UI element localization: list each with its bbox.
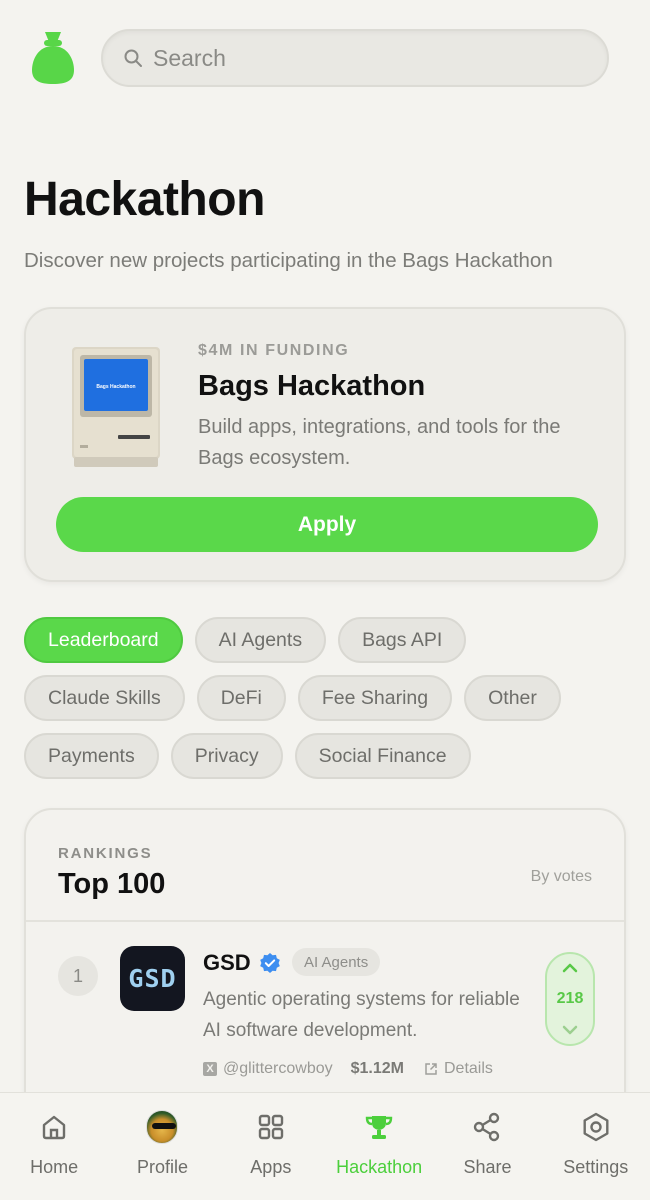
- chip-leaderboard[interactable]: Leaderboard: [24, 617, 183, 663]
- chip-social-finance[interactable]: Social Finance: [294, 733, 471, 779]
- page-title: Hackathon: [24, 173, 265, 226]
- chip-defi[interactable]: DeFi: [196, 675, 286, 721]
- project-logo[interactable]: GSD: [120, 946, 185, 1011]
- tab-label-share: Share: [463, 1157, 512, 1177]
- search-icon: [124, 49, 142, 67]
- apply-button[interactable]: Apply: [56, 497, 598, 552]
- hackathon-title: Bags Hackathon: [198, 370, 426, 402]
- tab-settings[interactable]: Settings: [542, 1093, 650, 1200]
- details-link[interactable]: Details: [444, 1060, 493, 1078]
- tab-label-home: Home: [30, 1157, 79, 1177]
- project-category-badge: AI Agents: [292, 948, 381, 976]
- chip-other[interactable]: Other: [464, 675, 561, 721]
- trophy-icon: [365, 1116, 393, 1139]
- market-cap: $1.12M: [350, 1060, 404, 1077]
- chip-privacy[interactable]: Privacy: [170, 733, 283, 779]
- search-bar[interactable]: [101, 29, 609, 87]
- chip-bags-api[interactable]: Bags API: [338, 617, 467, 663]
- project-name[interactable]: GSD: [203, 950, 251, 976]
- hackathon-description: Build apps, integrations, and tools for …: [198, 416, 561, 469]
- tab-apps[interactable]: Apps: [217, 1093, 325, 1200]
- funding-label: $4M IN FUNDING: [198, 342, 350, 359]
- project-description: Agentic operating systems for reliable A…: [203, 989, 520, 1041]
- divider: [26, 920, 624, 922]
- tab-label-apps: Apps: [250, 1157, 292, 1177]
- chip-payments[interactable]: Payments: [24, 733, 159, 779]
- rankings-label: RANKINGS: [58, 845, 153, 862]
- creator-handle[interactable]: @glittercowboy: [223, 1060, 333, 1078]
- vote-count: 218: [556, 990, 584, 1007]
- external-link-icon: [425, 1063, 437, 1075]
- project-meta: X @glittercowboy $1.12M Details: [203, 1060, 493, 1078]
- tab-label-profile: Profile: [136, 1157, 188, 1177]
- vote-widget: 218: [545, 952, 595, 1046]
- avatar: [146, 1110, 179, 1144]
- category-filters: Leaderboard AI Agents Bags API Claude Sk…: [24, 617, 614, 791]
- rankings-title: Top 100: [58, 868, 166, 900]
- chip-claude-skills[interactable]: Claude Skills: [24, 675, 185, 721]
- hackathon-hero-card: Bags Hackathon $4M IN FUNDING Bags Hacka…: [24, 307, 626, 582]
- chip-fee-sharing[interactable]: Fee Sharing: [297, 675, 453, 721]
- tab-share[interactable]: Share: [433, 1093, 541, 1200]
- page-subtitle: Discover new projects participating in t…: [24, 249, 553, 272]
- settings-icon: [583, 1112, 609, 1142]
- search-input[interactable]: [153, 44, 573, 72]
- tab-home[interactable]: Home: [0, 1093, 108, 1200]
- bag-logo-icon[interactable]: [30, 30, 76, 86]
- sort-label[interactable]: By votes: [531, 868, 592, 886]
- tab-profile[interactable]: Profile: [108, 1093, 216, 1200]
- home-icon: [42, 1115, 66, 1140]
- x-logo-icon: X: [203, 1062, 217, 1076]
- grid-icon: [258, 1114, 284, 1140]
- project-row[interactable]: 1 GSD GSD AI Agents Agentic operating sy…: [26, 940, 624, 1100]
- top-bar: [0, 0, 650, 120]
- retro-computer-image: Bags Hackathon: [72, 347, 160, 467]
- bottom-tab-bar: Home Profile Apps Hackathon Share Settin…: [0, 1092, 650, 1200]
- tab-label-hackathon: Hackathon: [336, 1157, 423, 1177]
- share-icon: [474, 1112, 500, 1142]
- upvote-chevron-icon[interactable]: [562, 962, 578, 974]
- rank-number: 1: [58, 956, 98, 996]
- screen-text: Bags Hackathon: [96, 384, 135, 390]
- tab-hackathon[interactable]: Hackathon: [325, 1093, 433, 1200]
- chip-ai-agents[interactable]: AI Agents: [194, 617, 327, 663]
- downvote-chevron-icon[interactable]: [562, 1024, 578, 1036]
- tab-label-settings: Settings: [563, 1157, 629, 1177]
- verified-badge-icon: [260, 953, 280, 973]
